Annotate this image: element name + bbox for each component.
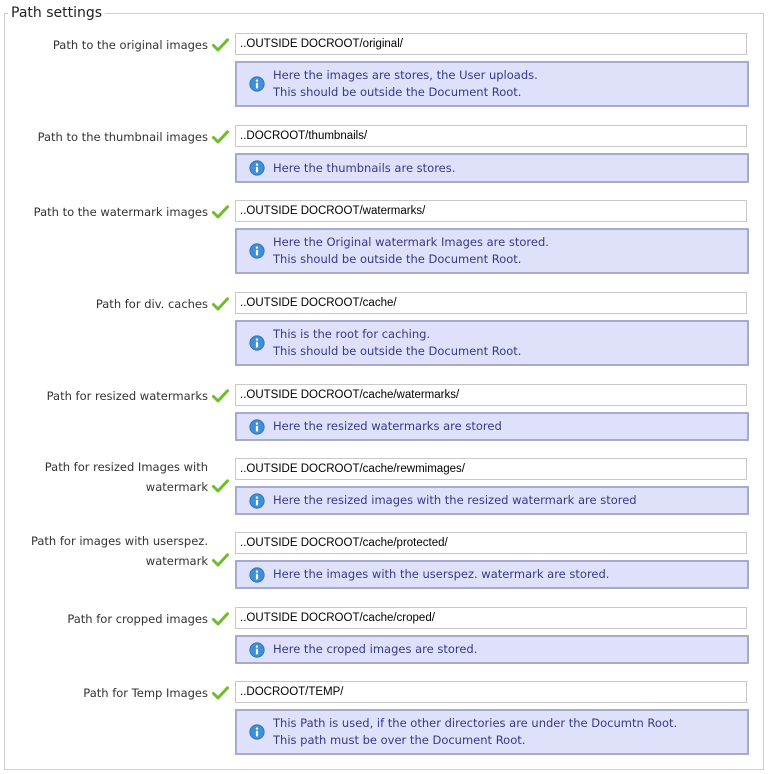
info-text: Here the croped images are stored. — [273, 642, 478, 656]
path-input[interactable] — [235, 200, 747, 222]
setting-label: Path for div. caches — [95, 297, 208, 311]
path-input[interactable] — [235, 292, 747, 314]
info-box: Here the croped images are stored. — [235, 635, 749, 664]
path-input[interactable] — [235, 125, 747, 147]
check-icon — [212, 37, 229, 52]
info-text: Here the Original watermark Images are s… — [273, 235, 549, 266]
info-icon — [249, 419, 265, 435]
check-icon — [212, 552, 229, 567]
check-icon — [212, 685, 229, 700]
check-icon — [212, 204, 229, 219]
check-icon — [212, 296, 229, 311]
info-box: This Path is used, if the other director… — [235, 709, 749, 755]
info-icon — [249, 642, 265, 658]
info-icon — [249, 76, 265, 92]
info-box: Here the resized watermarks are stored — [235, 412, 749, 441]
check-icon — [212, 388, 229, 403]
info-icon — [249, 243, 265, 259]
info-box: This is the root for caching. This shoul… — [235, 320, 749, 366]
path-input[interactable] — [235, 33, 747, 55]
path-input[interactable] — [235, 532, 747, 554]
info-icon — [249, 567, 265, 583]
setting-label: Path to the watermark images — [33, 205, 208, 219]
info-icon — [249, 335, 265, 351]
info-box: Here the Original watermark Images are s… — [235, 228, 749, 274]
info-text: Here the resized watermarks are stored — [273, 419, 502, 433]
info-text: Here the images with the userspez. water… — [273, 567, 610, 581]
setting-label: Path for resized watermarks — [46, 389, 208, 403]
setting-label: Path for resized Images with watermark — [44, 460, 208, 494]
info-box: Here the images are stores, the User upl… — [235, 61, 749, 107]
check-icon — [212, 611, 229, 626]
setting-label: Path for images with userspez. watermark — [30, 534, 208, 568]
info-icon — [249, 493, 265, 509]
info-text: Here the thumbnails are stores. — [273, 161, 456, 175]
fieldset-legend: Path settings — [8, 5, 106, 21]
path-input[interactable] — [235, 681, 747, 703]
info-box: Here the thumbnails are stores. — [235, 153, 749, 183]
check-icon — [212, 129, 229, 144]
info-text: Here the resized images with the resized… — [273, 493, 637, 507]
setting-label: Path for Temp Images — [83, 686, 208, 700]
info-text: This Path is used, if the other director… — [273, 716, 678, 747]
path-input[interactable] — [235, 384, 747, 406]
info-box: Here the resized images with the resized… — [235, 486, 749, 515]
info-text: This is the root for caching. This shoul… — [273, 327, 522, 358]
info-text: Here the images are stores, the User upl… — [273, 68, 538, 99]
info-icon — [249, 724, 265, 740]
path-input[interactable] — [235, 458, 747, 480]
path-input[interactable] — [235, 607, 747, 629]
check-icon — [212, 478, 229, 493]
setting-label: Path to the original images — [52, 38, 208, 52]
setting-label: Path for cropped images — [67, 612, 208, 626]
setting-label: Path to the thumbnail images — [37, 130, 208, 144]
info-icon — [249, 160, 265, 176]
info-box: Here the images with the userspez. water… — [235, 560, 749, 589]
